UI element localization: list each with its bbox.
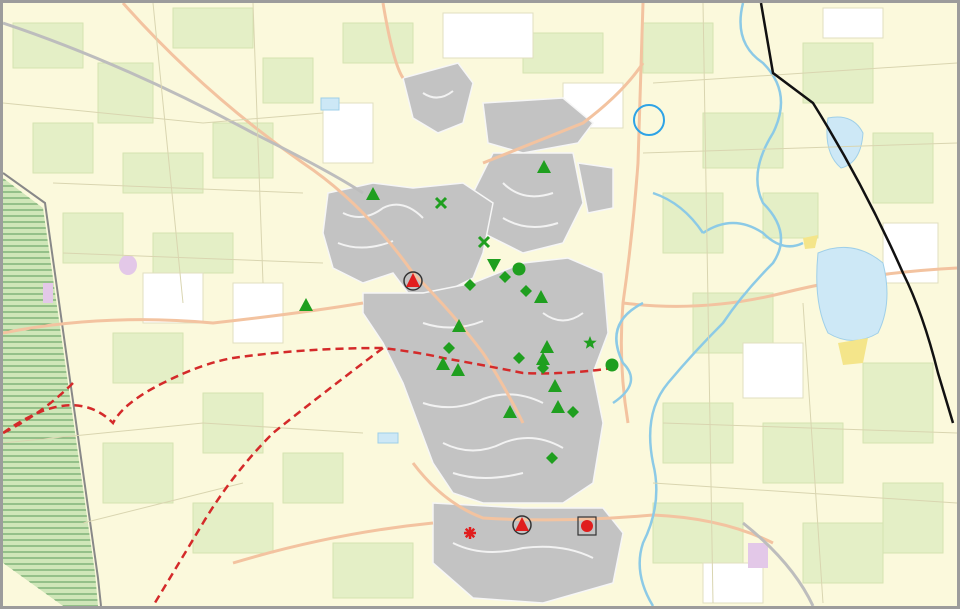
map-canvas[interactable] [3, 3, 957, 606]
map-frame [0, 0, 960, 609]
circle-icon[interactable] [512, 262, 526, 276]
asterisk-icon[interactable] [464, 527, 476, 539]
circle-icon[interactable] [605, 358, 619, 372]
